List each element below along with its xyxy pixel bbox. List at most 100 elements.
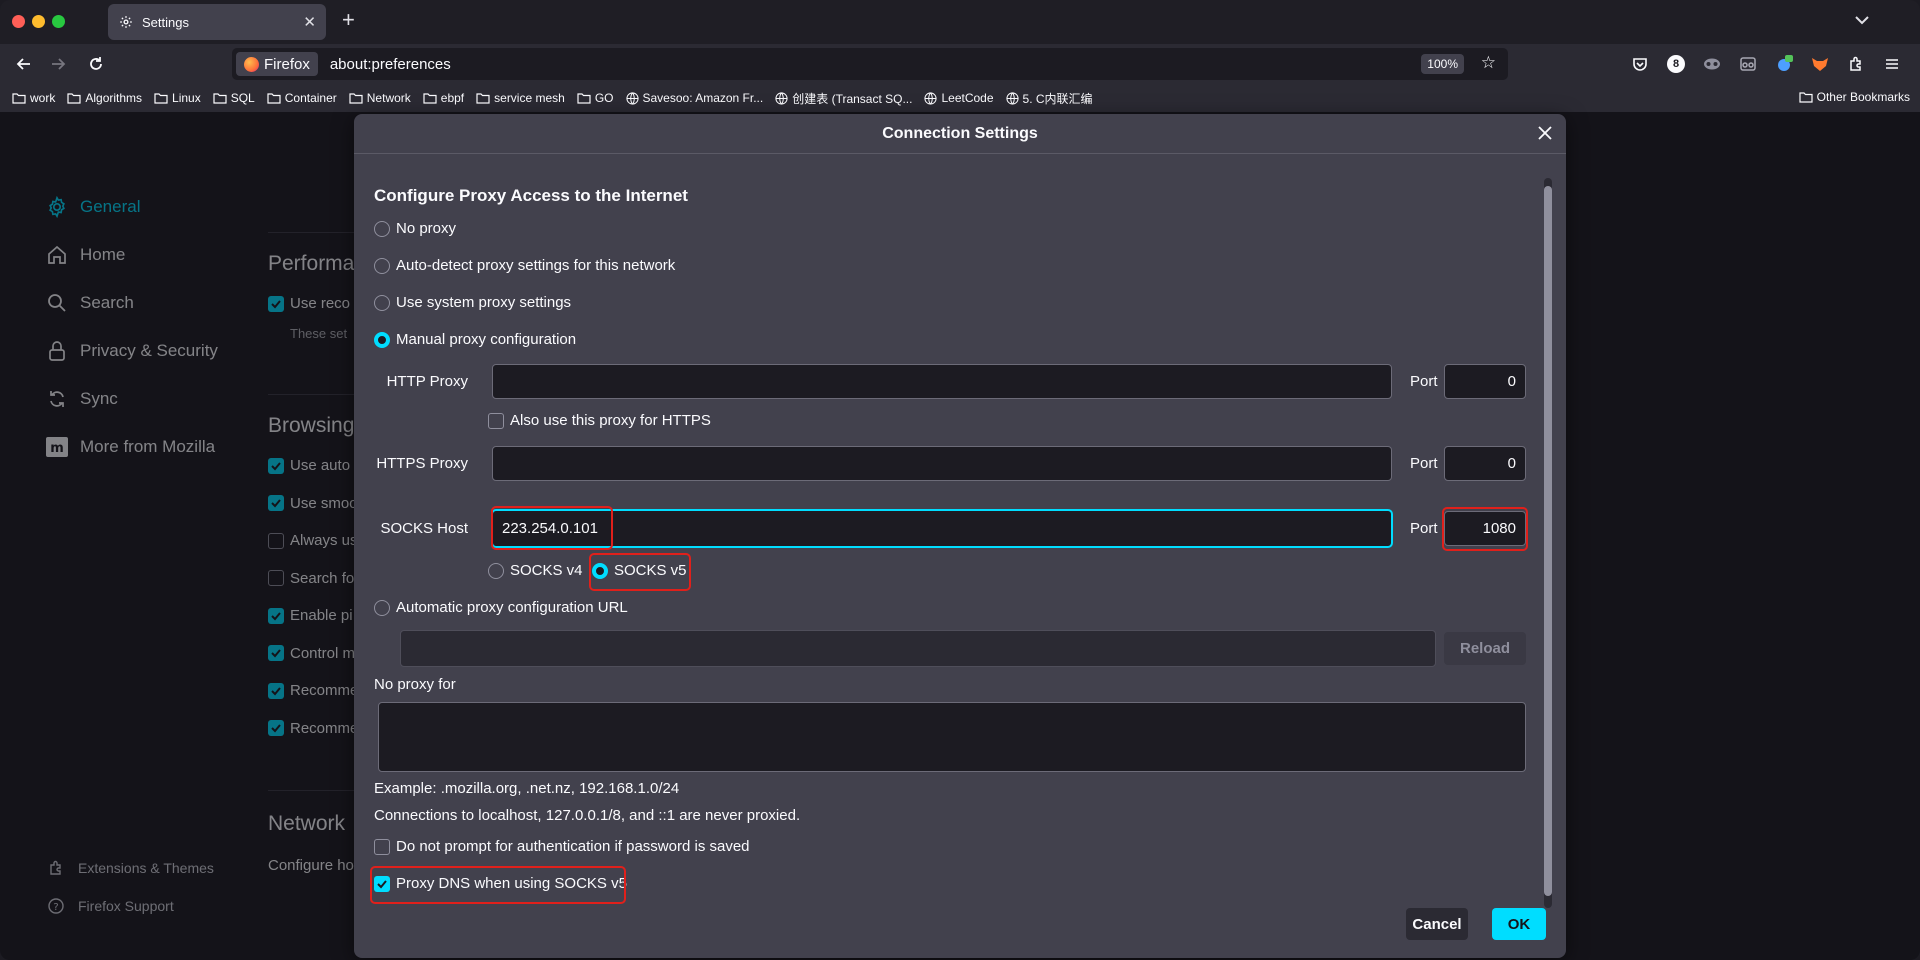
identity-label: Firefox (264, 55, 310, 73)
checkbox[interactable] (488, 412, 504, 429)
folder-icon (423, 92, 437, 104)
http-proxy-input[interactable] (492, 364, 1392, 399)
radio-socks-v4[interactable]: SOCKS v4 (488, 562, 583, 579)
close-icon[interactable] (1534, 122, 1556, 144)
socks-host-input[interactable]: 223.254.0.101 (492, 510, 1392, 547)
radio-button[interactable] (374, 294, 390, 311)
navigation-bar: Firefox about:preferences 100% ☆ 8 (0, 44, 1920, 84)
close-tab-icon[interactable]: ✕ (303, 13, 316, 31)
back-arrow-icon[interactable] (12, 52, 36, 76)
radio-no-proxy[interactable]: No proxy (374, 220, 456, 237)
radio-system-proxy[interactable]: Use system proxy settings (374, 294, 571, 311)
radio-button[interactable] (374, 257, 390, 274)
extension-badge-icon[interactable]: 8 (1664, 52, 1688, 76)
bookmark-label: GO (594, 91, 614, 105)
bookmark-item[interactable]: Linux (154, 91, 201, 105)
radio-button[interactable] (374, 599, 390, 616)
bookmark-label: Network (366, 91, 411, 105)
bookmark-label: ebpf (440, 91, 465, 105)
radio-button[interactable] (374, 220, 390, 237)
bookmark-label: LeetCode (941, 91, 994, 105)
bookmark-item[interactable]: Container (267, 91, 337, 105)
tab-bar: Settings ✕ + (0, 0, 1920, 44)
bookmarks-toolbar: work Algorithms Linux SQL Container Network eb… (0, 84, 1920, 112)
checkbox[interactable] (374, 838, 390, 855)
other-bookmarks[interactable]: Other Bookmarks (1799, 90, 1910, 104)
auto-proxy-url-input[interactable] (400, 630, 1436, 667)
bookmark-item[interactable]: GO (577, 91, 614, 105)
bookmark-item[interactable]: SQL (213, 91, 255, 105)
bookmark-item[interactable]: Algorithms (67, 91, 142, 105)
bookmark-item[interactable]: 5. C内联汇编 (1005, 90, 1093, 107)
bookmark-item[interactable]: Savesoo: Amazon Fr... (625, 91, 764, 105)
reload-button[interactable]: Reload (1444, 632, 1526, 665)
radio-button-selected[interactable] (374, 331, 390, 348)
no-proxy-for-textarea[interactable] (378, 702, 1526, 772)
pocket-icon[interactable] (1628, 52, 1652, 76)
no-proxy-for-label: No proxy for (374, 676, 456, 693)
socks-v5-highlight (589, 553, 691, 591)
new-tab-button[interactable]: + (342, 9, 355, 31)
list-all-tabs-icon[interactable] (1854, 12, 1870, 30)
ok-button[interactable]: OK (1492, 908, 1546, 940)
url-bar[interactable]: Firefox about:preferences 100% ☆ (232, 48, 1508, 80)
globe-icon (1005, 91, 1019, 105)
folder-icon (12, 92, 26, 104)
bookmark-label: Savesoo: Amazon Fr... (642, 91, 764, 105)
scrollbar-thumb[interactable] (1544, 186, 1552, 896)
bookmark-label: 创建表 (Transact SQ... (792, 91, 913, 106)
bookmark-item[interactable]: ebpf (423, 91, 464, 105)
http-port-label: Port (1410, 373, 1438, 390)
also-https-checkbox[interactable]: Also use this proxy for HTTPS (488, 412, 711, 429)
url-text[interactable]: about:preferences (330, 56, 451, 73)
http-port-input[interactable]: 0 (1444, 364, 1526, 399)
radio-auto-detect[interactable]: Auto-detect proxy settings for this netw… (374, 257, 675, 274)
identity-box[interactable]: Firefox (236, 52, 318, 76)
translate-extension-icon[interactable] (1772, 52, 1796, 76)
bookmark-item[interactable]: Network (349, 91, 411, 105)
globe-icon (625, 91, 639, 105)
globe-icon (775, 91, 788, 105)
app-menu-icon[interactable] (1880, 52, 1904, 76)
forward-arrow-icon[interactable] (46, 52, 70, 76)
bookmark-item[interactable]: service mesh (476, 91, 565, 105)
radio-auto-proxy-url[interactable]: Automatic proxy configuration URL (374, 599, 628, 616)
reader-view-icon[interactable] (1736, 52, 1760, 76)
bookmark-item[interactable]: work (12, 91, 55, 105)
bookmark-item[interactable]: 创建表 (Transact SQ... (775, 90, 912, 107)
fox-extension-icon[interactable] (1808, 52, 1832, 76)
checkbox-label: Also use this proxy for HTTPS (510, 412, 711, 429)
cancel-button[interactable]: Cancel (1406, 908, 1468, 940)
close-window-button[interactable] (12, 15, 25, 28)
https-proxy-input[interactable] (492, 446, 1392, 481)
mask-extension-icon[interactable] (1700, 52, 1724, 76)
folder-icon (213, 92, 227, 104)
bookmark-label: Other Bookmarks (1816, 90, 1910, 104)
dialog-scrollbar[interactable] (1544, 178, 1552, 908)
radio-button[interactable] (488, 562, 504, 579)
bookmark-label: Container (284, 91, 337, 105)
minimize-window-button[interactable] (32, 15, 45, 28)
connection-settings-dialog: Connection Settings Configure Proxy Acce… (354, 114, 1566, 958)
folder-icon (154, 92, 168, 104)
reload-icon[interactable] (84, 52, 108, 76)
dialog-title: Connection Settings (354, 114, 1566, 154)
gear-icon (118, 14, 134, 30)
no-prompt-auth-checkbox[interactable]: Do not prompt for authentication if pass… (374, 838, 750, 855)
extensions-puzzle-icon[interactable] (1844, 52, 1868, 76)
radio-label: Auto-detect proxy settings for this netw… (396, 257, 676, 274)
example-note: Example: .mozilla.org, .net.nz, 192.168.… (374, 780, 680, 797)
bookmark-star-icon[interactable]: ☆ (1481, 53, 1496, 73)
tab-settings[interactable]: Settings ✕ (108, 4, 326, 40)
bookmark-label: Algorithms (85, 91, 143, 105)
folder-icon (349, 92, 363, 104)
proxy-section-heading: Configure Proxy Access to the Internet (374, 186, 688, 205)
http-proxy-label: HTTP Proxy (386, 373, 468, 390)
bookmark-item[interactable]: LeetCode (924, 91, 994, 105)
https-port-input[interactable]: 0 (1444, 446, 1526, 481)
radio-label: Automatic proxy configuration URL (396, 599, 628, 616)
zoom-window-button[interactable] (52, 15, 65, 28)
radio-manual-proxy[interactable]: Manual proxy configuration (374, 331, 576, 348)
bookmark-label: work (30, 91, 56, 105)
zoom-indicator[interactable]: 100% (1421, 54, 1464, 74)
